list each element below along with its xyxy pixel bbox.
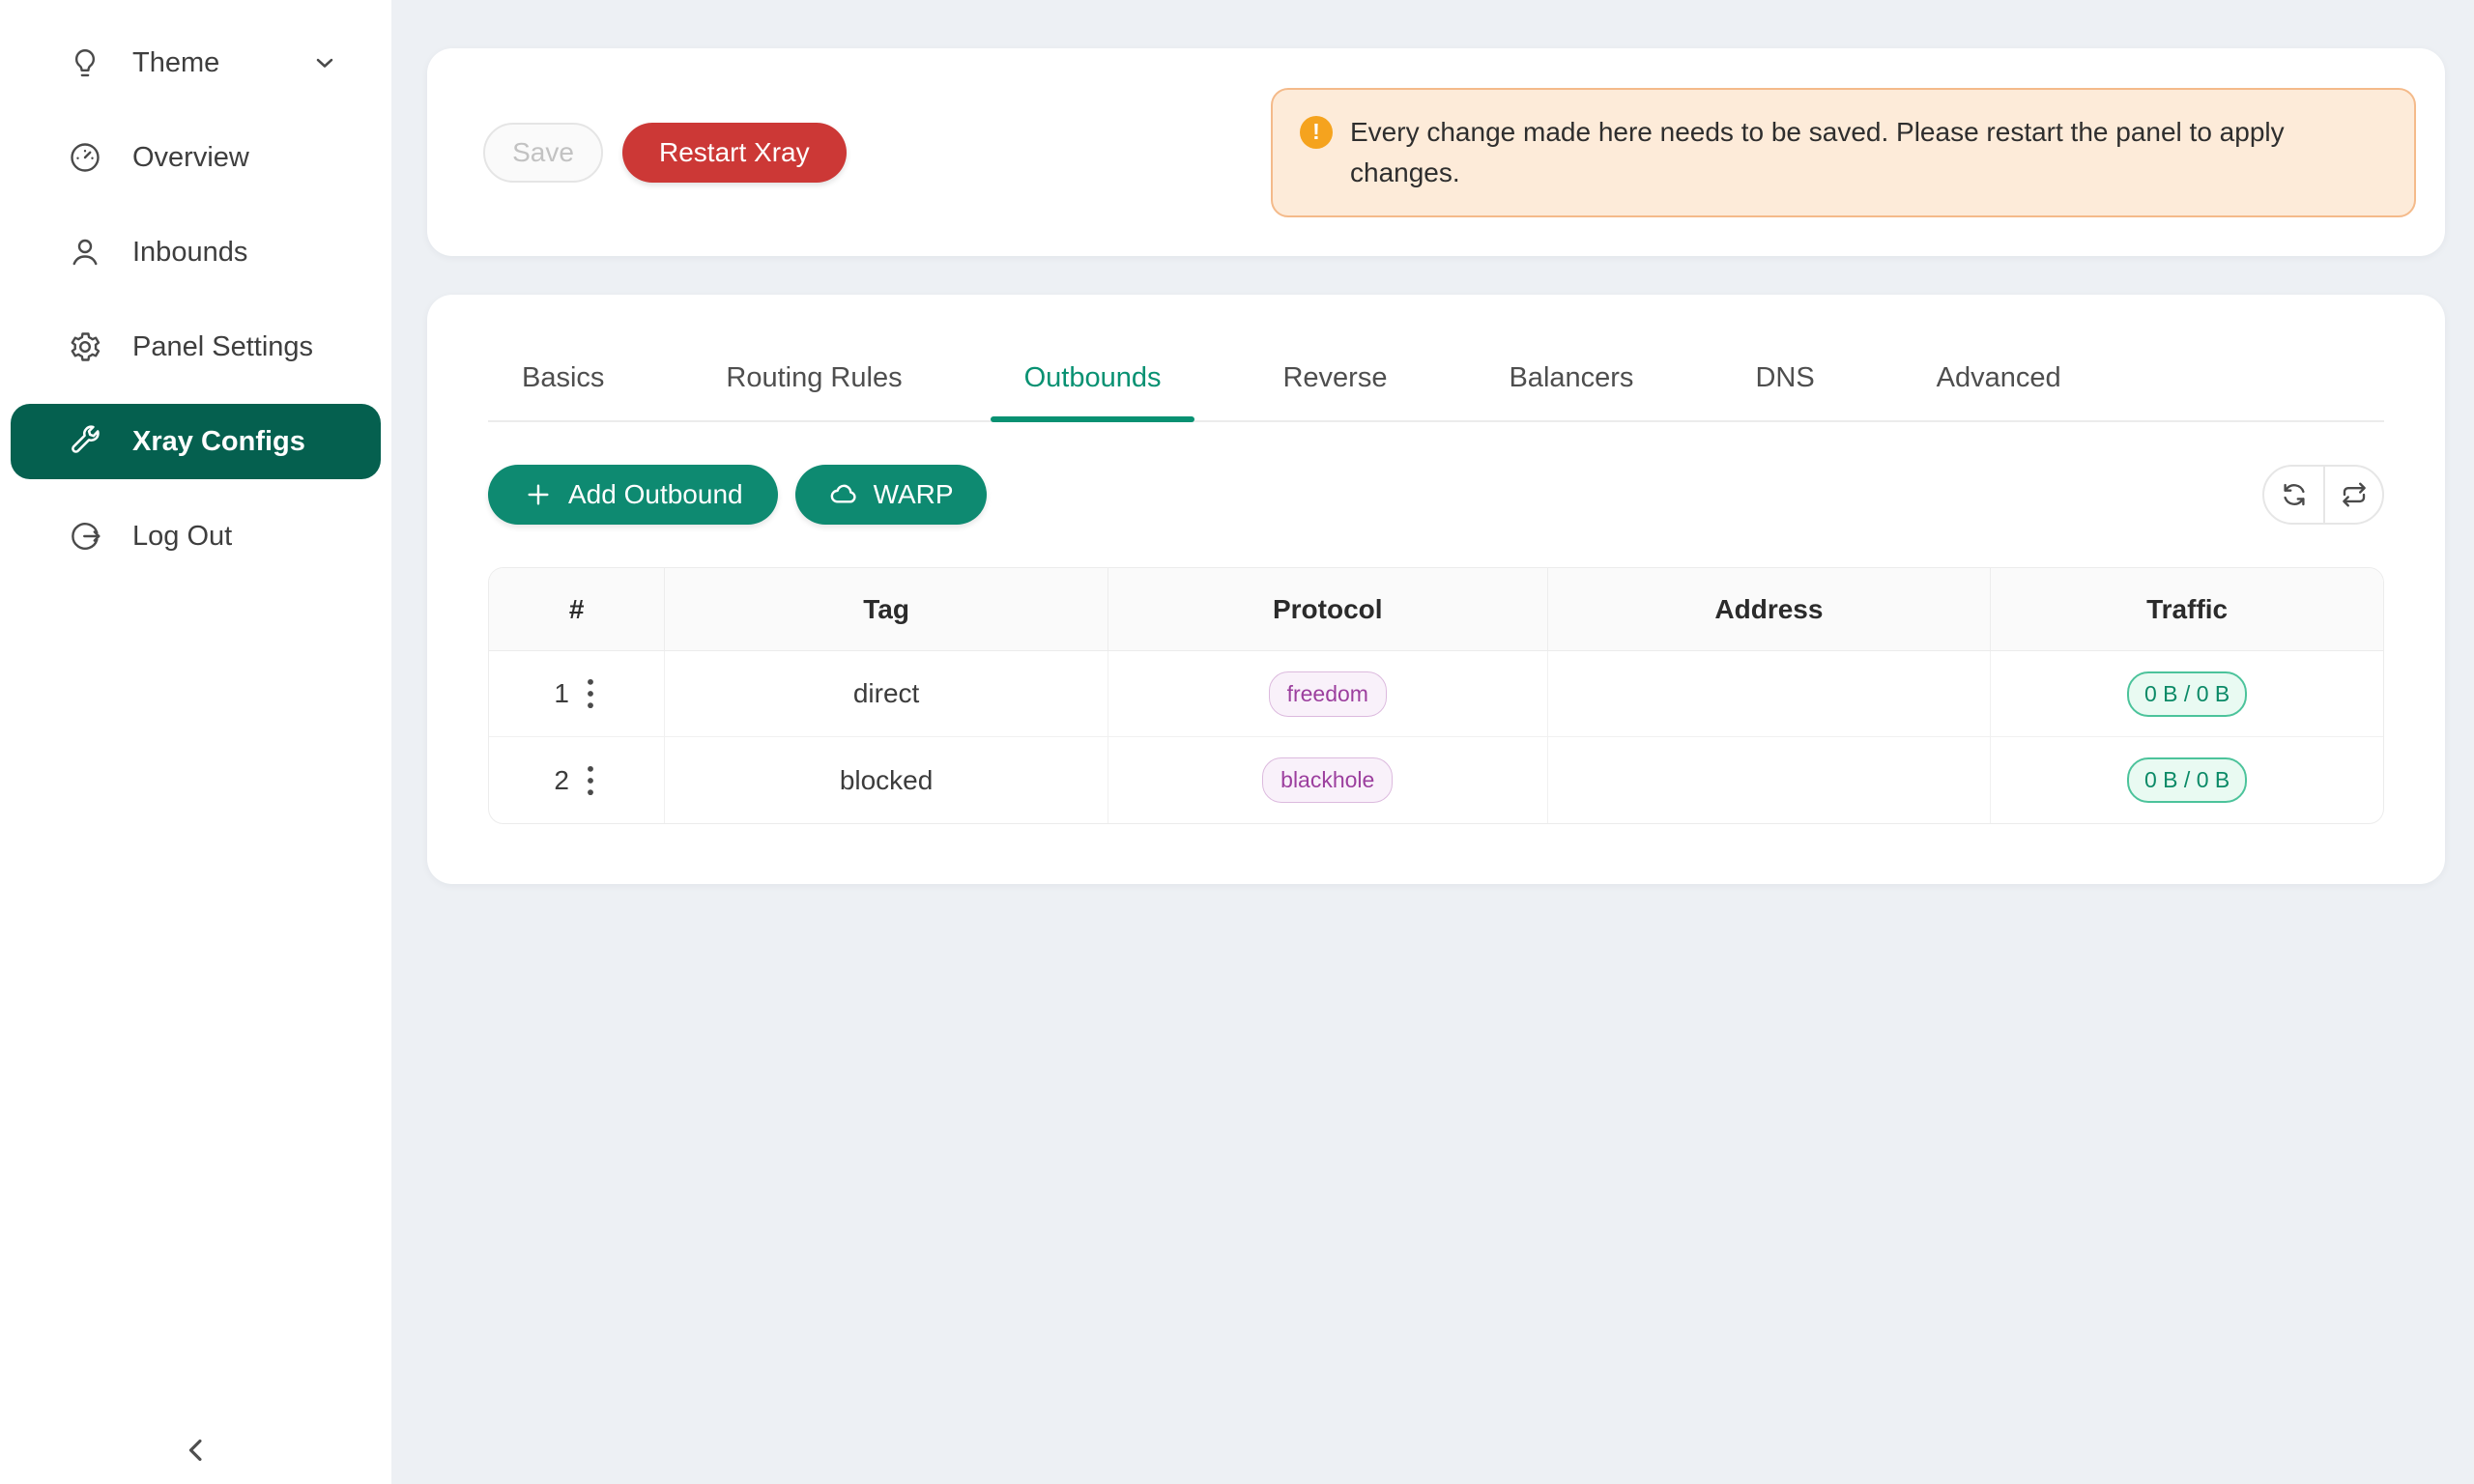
repeat-button[interactable] [2323,467,2382,523]
protocol-badge: freedom [1269,671,1387,717]
tab-advanced[interactable]: Advanced [1903,362,2095,420]
cloud-icon [828,479,859,510]
xray-configs-card: Basics Routing Rules Outbounds Reverse B… [427,295,2445,884]
row-index: 1 [554,678,569,709]
protocol-badge: blackhole [1262,757,1393,803]
add-outbound-button[interactable]: Add Outbound [488,465,778,525]
more-vertical-icon [586,677,595,710]
sidebar: Theme Overview [0,0,391,1484]
warning-icon: ! [1300,116,1333,149]
app-root: Theme Overview [0,0,2474,1484]
wrench-icon [68,424,102,459]
toolbar-card: Save Restart Xray ! Every change made he… [427,48,2445,256]
alert-text: Every change made here needs to be saved… [1350,112,2387,193]
chevron-left-icon [178,1432,215,1469]
sidebar-item-theme[interactable]: Theme [11,32,381,94]
table-tools-group [2262,465,2384,525]
tab-reverse[interactable]: Reverse [1249,362,1421,420]
tab-dns[interactable]: DNS [1721,362,1848,420]
traffic-badge: 0 B / 0 B [2127,671,2247,717]
sidebar-item-label: Panel Settings [132,331,313,363]
sidebar-item-label: Overview [132,142,249,174]
tabs-bar: Basics Routing Rules Outbounds Reverse B… [488,362,2384,422]
actions-row: Add Outbound WARP [488,465,2384,525]
sidebar-item-xray-configs[interactable]: Xray Configs [11,404,381,479]
alert-warning: ! Every change made here needs to be sav… [1271,88,2416,217]
tag-value: blocked [840,765,934,795]
row-menu-button[interactable] [582,673,599,714]
table-row: 1 direct fr [489,651,2383,737]
restart-xray-button[interactable]: Restart Xray [622,123,847,183]
sidebar-item-label: Xray Configs [132,426,305,458]
save-button[interactable]: Save [483,123,603,183]
sidebar-item-label: Inbounds [132,237,247,269]
col-header-tag: Tag [665,568,1108,651]
sidebar-item-inbounds[interactable]: Inbounds [11,221,381,283]
warp-label: WARP [874,479,954,510]
col-header-address: Address [1548,568,1992,651]
tab-balancers[interactable]: Balancers [1475,362,1667,420]
refresh-button[interactable] [2264,467,2323,523]
main-content: Save Restart Xray ! Every change made he… [391,0,2474,1484]
row-menu-button[interactable] [582,760,599,801]
col-header-traffic: Traffic [1991,568,2383,651]
sidebar-item-label: Log Out [132,521,232,553]
add-outbound-label: Add Outbound [568,479,743,510]
sidebar-item-overview[interactable]: Overview [11,127,381,188]
toolbar-buttons: Save Restart Xray [483,123,847,183]
more-vertical-icon [586,764,595,797]
sidebar-nav: Theme Overview [0,0,391,567]
user-icon [68,235,102,270]
logout-icon [68,519,102,554]
tab-routing-rules[interactable]: Routing Rules [692,362,935,420]
repeat-icon [2340,480,2369,509]
bulb-icon [68,45,102,80]
tag-value: direct [853,678,919,708]
sidebar-collapse-button[interactable] [178,1432,215,1469]
sidebar-item-panel-settings[interactable]: Panel Settings [11,316,381,378]
col-header-protocol: Protocol [1108,568,1548,651]
dashboard-icon [68,140,102,175]
tab-outbounds[interactable]: Outbounds [991,362,1195,420]
sidebar-item-log-out[interactable]: Log Out [11,505,381,567]
plus-icon [523,479,554,510]
traffic-badge: 0 B / 0 B [2127,757,2247,803]
chevron-down-icon [311,49,338,76]
col-header-index: # [489,568,665,651]
sync-icon [2280,480,2309,509]
warp-button[interactable]: WARP [795,465,987,525]
table-header-row: # Tag Protocol Address Traffic [489,568,2383,651]
row-index: 2 [554,765,569,796]
table-row: 2 blocked b [489,737,2383,823]
gear-icon [68,329,102,364]
tab-basics[interactable]: Basics [488,362,638,420]
outbounds-table: # Tag Protocol Address Traffic 1 [488,567,2384,824]
sidebar-item-label: Theme [132,47,219,79]
